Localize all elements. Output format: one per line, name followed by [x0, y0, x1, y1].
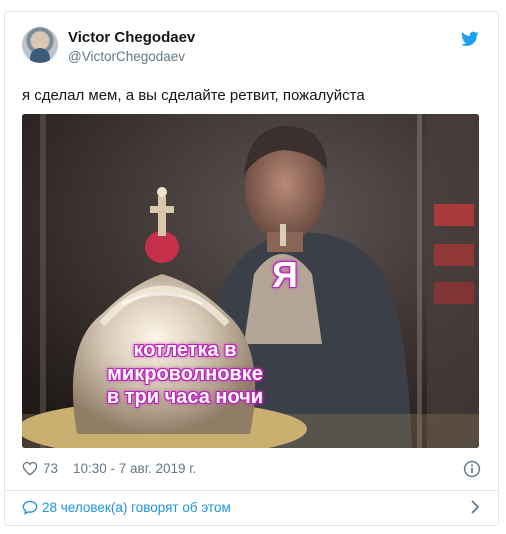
meme-caption-line: котлетка в: [133, 339, 237, 361]
twitter-bird-icon[interactable]: [461, 31, 479, 47]
meme-caption-bottom: котлетка в микроволновке в три часа ночи: [70, 339, 300, 410]
tweet-card: Victor Chegodaev @VictorChegodaev я сдел…: [4, 11, 499, 526]
author-handle[interactable]: @VictorChegodaev: [68, 49, 185, 64]
like-count[interactable]: 73: [43, 461, 58, 476]
speech-bubble-icon: [22, 500, 38, 515]
tweet-meta: 73 10:30 - 7 авг. 2019 г.: [22, 460, 481, 480]
divider: [5, 490, 498, 491]
meme-caption-top: Я: [272, 254, 298, 295]
meme-caption-line: в три часа ночи: [106, 386, 264, 409]
conversation-text[interactable]: 28 человек(а) говорят об этом: [42, 500, 231, 515]
avatar[interactable]: [22, 27, 58, 63]
author-name[interactable]: Victor Chegodaev: [68, 29, 195, 46]
chevron-right-icon[interactable]: [470, 500, 480, 514]
tweet-header: Victor Chegodaev @VictorChegodaev: [22, 27, 481, 71]
meme-caption-line: микроволновке: [107, 362, 263, 385]
info-icon[interactable]: [463, 460, 481, 478]
tweet-text: я сделал мем, а вы сделайте ретвит, пожа…: [22, 87, 365, 104]
heart-icon[interactable]: [22, 461, 38, 476]
tweet-timestamp[interactable]: 10:30 - 7 авг. 2019 г.: [73, 461, 196, 476]
conversation-link[interactable]: 28 человек(а) говорят об этом: [22, 498, 481, 518]
meme-image[interactable]: Я котлетка в микроволновке в три часа но…: [22, 114, 479, 448]
